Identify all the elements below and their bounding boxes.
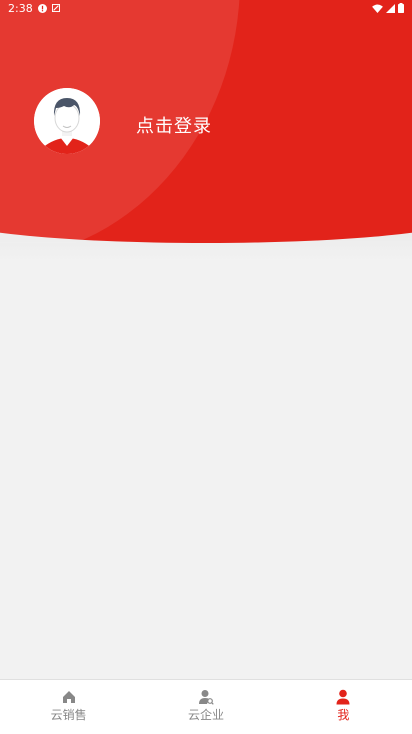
bottom-navigation: 云销售 云企业 我 [0,679,412,734]
battery-icon [398,3,404,13]
person-icon [336,689,350,705]
nav-label-cloud-enterprise: 云企业 [187,708,224,722]
home-icon [62,691,75,703]
signal-icon [386,3,395,13]
app-notification-icon [51,4,60,12]
wifi-icon [372,3,383,13]
enterprise-user-icon [198,690,214,705]
info-notification-icon [37,3,47,13]
status-time: 2:38 [8,1,33,15]
nav-label-me: 我 [337,708,350,722]
profile-header: 点击登录 [0,0,412,262]
status-bar: 2:38 [0,0,412,16]
avatar[interactable] [34,88,100,154]
nav-item-me[interactable]: 我 [275,680,412,734]
nav-label-cloud-sales: 云销售 [50,708,87,722]
default-avatar-icon [34,88,100,154]
nav-item-cloud-enterprise[interactable]: 云企业 [137,680,274,734]
login-prompt[interactable]: 点击登录 [136,112,212,138]
nav-item-cloud-sales[interactable]: 云销售 [0,680,137,734]
